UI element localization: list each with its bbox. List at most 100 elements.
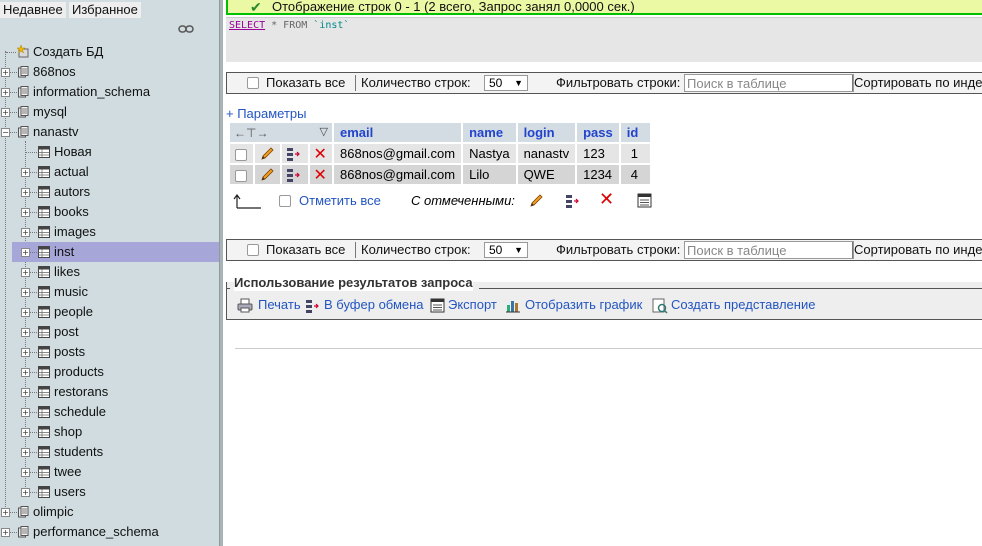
tree-db-performance-schema[interactable]: + performance_schema [0, 522, 219, 542]
cell-pass[interactable]: 1234 [577, 165, 619, 184]
cell-pass[interactable]: 123 [577, 144, 619, 163]
table-row[interactable]: ✕ 868nos@gmail.com Lilo QWE 1234 4 [230, 165, 650, 184]
sort-by-index-label[interactable]: Сортировать по инде [854, 76, 982, 90]
rows-count-select[interactable]: 50 ▼ [484, 75, 528, 91]
tree-table-students[interactable]: + students [0, 442, 219, 462]
tree-table-restorans[interactable]: + restorans [0, 382, 219, 402]
tree-db-nanastv[interactable]: − nanastv [0, 122, 219, 142]
edit-pencil-icon[interactable] [259, 146, 275, 162]
cell-name[interactable]: Nastya [463, 144, 516, 163]
expand-icon[interactable]: + [21, 428, 30, 437]
tree-db-mysql[interactable]: + mysql [0, 102, 219, 122]
tree-item-create-db[interactable]: Создать БД [0, 42, 219, 62]
sql-query-box[interactable]: SELECT * FROM `inst` [226, 17, 982, 62]
show-all-checkbox[interactable] [247, 244, 259, 256]
export-icon[interactable] [430, 298, 445, 313]
column-header-pass[interactable]: pass [577, 123, 619, 142]
tree-table-autors[interactable]: + autors [0, 182, 219, 202]
table-row[interactable]: ✕ 868nos@gmail.com Nastya nanastv 123 1 [230, 144, 650, 163]
column-header-login[interactable]: login [517, 123, 576, 142]
column-header-id[interactable]: id [620, 123, 650, 142]
check-all-checkbox[interactable] [279, 195, 291, 207]
display-chart-link[interactable]: Отобразить график [525, 297, 642, 312]
copy-row-icon[interactable] [286, 167, 302, 183]
tree-table-inst[interactable]: + inst [12, 242, 219, 262]
tree-table-twee[interactable]: + twee [0, 462, 219, 482]
copy-to-clipboard-link[interactable]: В буфер обмена [324, 297, 424, 312]
expand-icon[interactable]: + [1, 508, 10, 517]
row-checkbox[interactable] [235, 169, 247, 182]
copy-rows-icon[interactable] [565, 193, 581, 209]
column-header-email[interactable]: email [334, 123, 462, 142]
expand-icon[interactable]: + [21, 248, 30, 257]
print-icon[interactable] [237, 298, 253, 313]
create-view-link[interactable]: Создать представление [671, 297, 815, 312]
check-all-link[interactable]: Отметить все [299, 194, 381, 208]
expand-icon[interactable]: + [21, 328, 30, 337]
tree-table-schedule[interactable]: + schedule [0, 402, 219, 422]
expand-icon[interactable]: + [21, 308, 30, 317]
tree-table-post[interactable]: + post [0, 322, 219, 342]
cell-id[interactable]: 4 [620, 165, 650, 184]
edit-pencil-icon[interactable] [259, 167, 275, 183]
tree-table-users[interactable]: + users [0, 482, 219, 502]
expand-icon[interactable]: + [1, 108, 10, 117]
sort-triangle-icon[interactable]: ▽ [320, 125, 328, 138]
sort-by-index-label[interactable]: Сортировать по инде [854, 243, 982, 257]
tree-table-actual[interactable]: + actual [0, 162, 219, 182]
expand-icon[interactable]: + [21, 488, 30, 497]
export-link[interactable]: Экспорт [448, 297, 497, 312]
tree-db-868nos[interactable]: +868nos [0, 62, 219, 82]
sql-keyword[interactable]: SELECT [229, 20, 265, 31]
link-icon[interactable] [178, 24, 194, 34]
tree-table-books[interactable]: + books [0, 202, 219, 222]
cell-email[interactable]: 868nos@gmail.com [334, 165, 462, 184]
expand-icon[interactable]: + [21, 468, 30, 477]
expand-icon[interactable]: + [21, 168, 30, 177]
edit-pencil-icon[interactable] [528, 193, 544, 209]
tree-table-music[interactable]: + music [0, 282, 219, 302]
copy-row-icon[interactable] [286, 146, 302, 162]
cell-login[interactable]: QWE [517, 165, 576, 184]
expand-icon[interactable]: + [21, 408, 30, 417]
tree-table-shop[interactable]: + shop [0, 422, 219, 442]
expand-icon[interactable]: + [21, 208, 30, 217]
rows-count-select[interactable]: 50 ▼ [484, 242, 528, 258]
create-view-icon[interactable] [652, 298, 668, 314]
tree-table-products[interactable]: + products [0, 362, 219, 382]
chart-icon[interactable] [505, 298, 521, 313]
tree-db-information-schema[interactable]: + information_schema [0, 82, 219, 102]
collapse-icon[interactable]: − [1, 128, 10, 137]
filter-rows-input[interactable] [684, 241, 854, 259]
show-all-checkbox[interactable] [247, 77, 259, 89]
column-header-name[interactable]: name [463, 123, 516, 142]
delete-icon[interactable]: ✕ [314, 165, 327, 184]
expand-icon[interactable]: + [21, 368, 30, 377]
cell-email[interactable]: 868nos@gmail.com [334, 144, 462, 163]
expand-icon[interactable]: + [21, 348, 30, 357]
cell-login[interactable]: nanastv [517, 144, 576, 163]
tree-new-table[interactable]: Новая [0, 142, 219, 162]
tree-db-olimpic[interactable]: + olimpic [0, 502, 219, 522]
export-icon[interactable] [637, 193, 652, 208]
options-link[interactable]: + Параметры [226, 106, 307, 121]
delete-icon[interactable]: ✕ [599, 190, 614, 210]
delete-icon[interactable]: ✕ [314, 144, 327, 163]
column-resize-arrows-icon[interactable]: ←⊤→ [234, 126, 268, 140]
row-checkbox[interactable] [235, 148, 247, 161]
expand-icon[interactable]: + [1, 528, 10, 537]
tab-favorites[interactable]: Избранное [69, 2, 141, 18]
cell-id[interactable]: 1 [620, 144, 650, 163]
filter-rows-input[interactable] [684, 74, 854, 92]
expand-icon[interactable]: + [21, 388, 30, 397]
tree-table-posts[interactable]: + posts [0, 342, 219, 362]
expand-icon[interactable]: + [21, 228, 30, 237]
expand-icon[interactable]: + [1, 68, 10, 77]
expand-icon[interactable]: + [21, 188, 30, 197]
expand-icon[interactable]: + [21, 288, 30, 297]
tree-table-likes[interactable]: + likes [0, 262, 219, 282]
tree-table-people[interactable]: + people [0, 302, 219, 322]
expand-icon[interactable]: + [1, 88, 10, 97]
print-link[interactable]: Печать [258, 297, 301, 312]
expand-icon[interactable]: + [21, 448, 30, 457]
